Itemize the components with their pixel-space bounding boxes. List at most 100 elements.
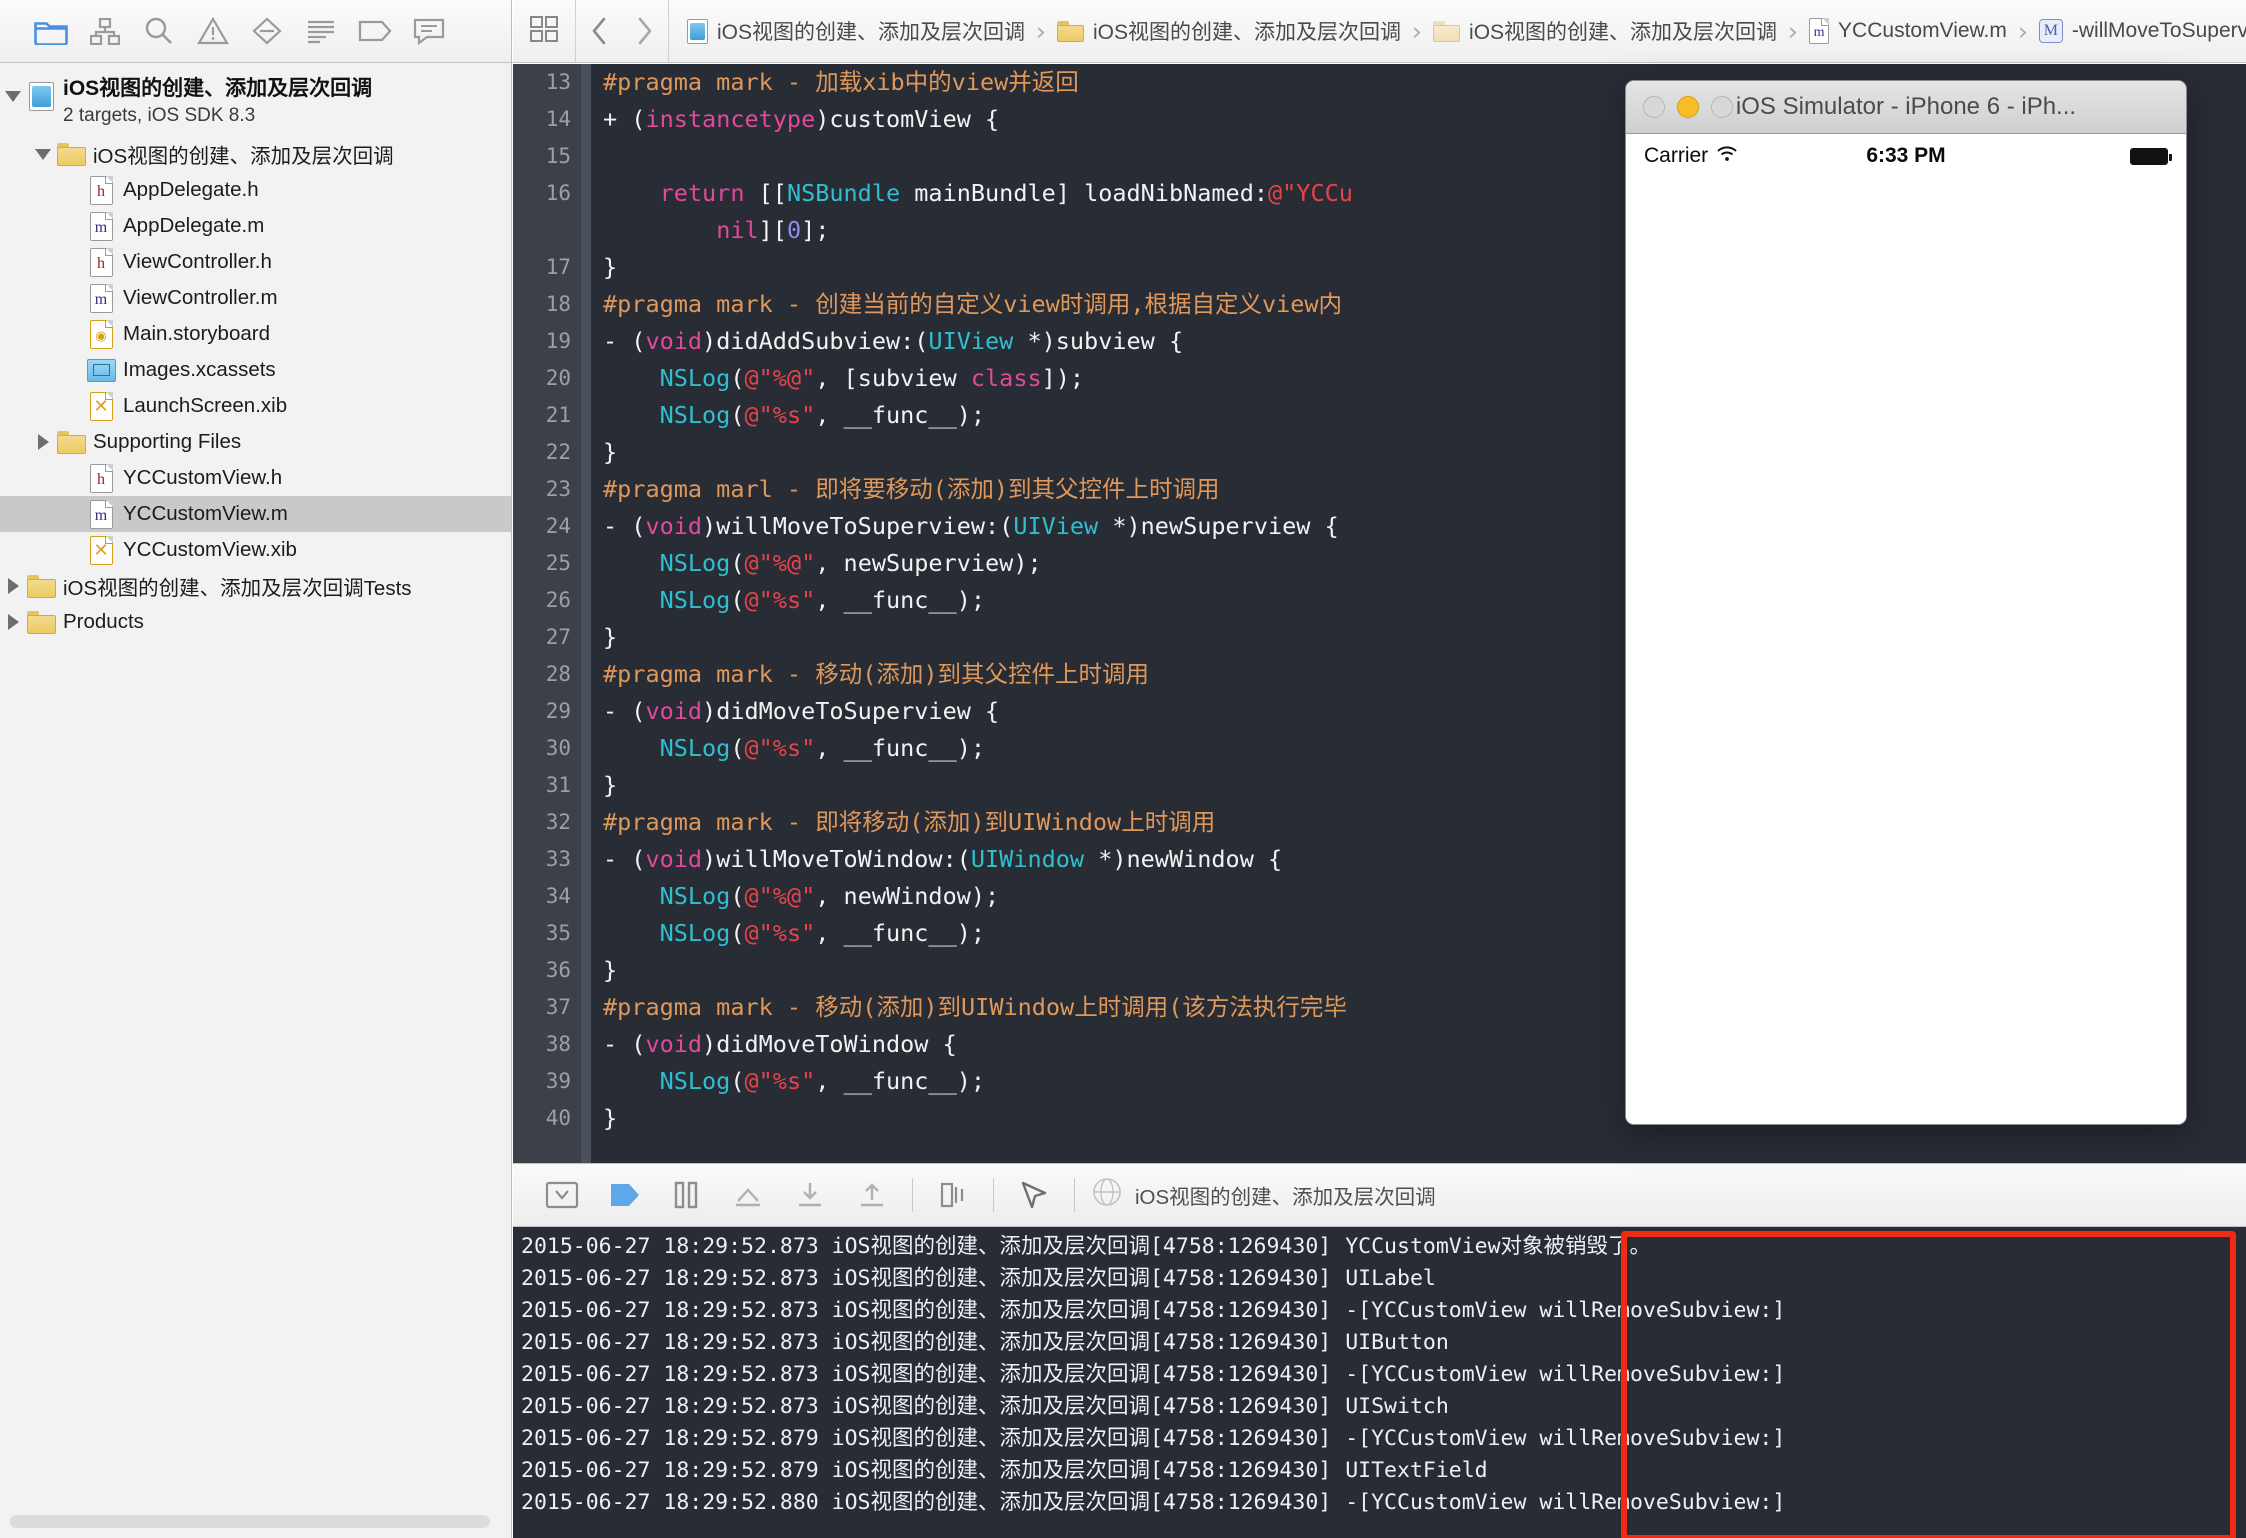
disclosure-triangle-open[interactable] — [0, 76, 26, 103]
project-title: iOS视图的创建、添加及层次回调 — [63, 76, 372, 103]
line-number: 31 — [513, 767, 571, 804]
navigator-item-label: LaunchScreen.xib — [123, 394, 287, 418]
breadcrumb-item-4[interactable]: M-willMoveToSuperview: — [2035, 19, 2246, 43]
line-number: 18 — [513, 286, 571, 323]
xib-file-icon: ✕ — [90, 392, 113, 421]
navigator-item-1[interactable]: hAppDelegate.h — [0, 172, 511, 208]
navigator-tab-debug[interactable] — [294, 8, 348, 54]
navigator-item-6[interactable]: Images.xcassets — [0, 352, 511, 388]
navigator-item-12[interactable]: iOS视图的创建、添加及层次回调Tests — [0, 568, 511, 604]
project-root-row[interactable]: iOS视图的创建、添加及层次回调 2 targets, iOS SDK 8.3 — [0, 74, 511, 136]
line-number: 33 — [513, 841, 571, 878]
line-number: 22 — [513, 434, 571, 471]
breadcrumb-item-2[interactable]: iOS视图的创建、添加及层次回调 — [1429, 16, 1781, 46]
pause-button[interactable] — [655, 1163, 717, 1227]
breadcrumb-label: -willMoveToSuperview: — [2072, 19, 2246, 43]
disclosure-triangle-closed[interactable] — [7, 577, 20, 595]
line-number: 20 — [513, 360, 571, 397]
navigator-panel: iOS视图的创建、添加及层次回调 2 targets, iOS SDK 8.3 … — [0, 0, 512, 1538]
navigator-item-7[interactable]: ✕ LaunchScreen.xib — [0, 388, 511, 424]
forward-button[interactable] — [622, 0, 668, 63]
folder-icon — [27, 575, 56, 598]
breadcrumb-label: iOS视图的创建、添加及层次回调 — [1093, 16, 1401, 46]
line-number: 23 — [513, 471, 571, 508]
simulator-status-bar: Carrier 6:33 PM — [1626, 134, 2186, 178]
navigator-item-2[interactable]: m AppDelegate.m — [0, 208, 511, 244]
storyboard-file-icon: ◉ — [90, 320, 113, 349]
back-button[interactable] — [576, 0, 622, 63]
folder-icon — [34, 18, 68, 45]
jump-bar: iOS视图的创建、添加及层次回调›iOS视图的创建、添加及层次回调›iOS视图的… — [513, 0, 2246, 63]
simulate-location-button[interactable] — [1003, 1163, 1065, 1227]
navigator-item-10[interactable]: mYCCustomView.m — [0, 496, 511, 532]
disclosure-triangle-closed[interactable] — [37, 433, 50, 451]
chevron-left-icon — [591, 17, 607, 45]
project-navigator-tree[interactable]: iOS视图的创建、添加及层次回调 2 targets, iOS SDK 8.3 … — [0, 64, 511, 1538]
line-text: NSLog(@"%s", __func__); — [603, 730, 985, 767]
disclosure-triangle-open[interactable] — [34, 148, 52, 161]
line-number: 13 — [513, 64, 571, 101]
navigator-horizontal-scrollbar[interactable] — [10, 1515, 490, 1528]
line-number: 37 — [513, 989, 571, 1026]
line-text: } — [603, 249, 617, 286]
navigator-item-label: Supporting Files — [93, 430, 241, 454]
console-message: UISwitch — [1345, 1394, 1449, 1419]
line-text: NSLog(@"%@", newSuperview); — [603, 545, 1042, 582]
related-items-button[interactable] — [513, 0, 576, 63]
pause-icon — [672, 1180, 700, 1210]
breadcrumb[interactable]: iOS视图的创建、添加及层次回调›iOS视图的创建、添加及层次回调›iOS视图的… — [669, 16, 2246, 46]
line-number: 19 — [513, 323, 571, 360]
disclosure-triangle-closed[interactable] — [7, 613, 20, 631]
line-text: #pragma mark - 创建当前的自定义view时调用,根据自定义view… — [603, 286, 1342, 323]
debug-process-crumb[interactable]: iOS视图的创建、添加及层次回调 — [1084, 1177, 1436, 1213]
navigator-item-9[interactable]: hYCCustomView.h — [0, 460, 511, 496]
step-over-button[interactable] — [717, 1163, 779, 1227]
issue-warning-icon — [197, 17, 229, 45]
line-number: 25 — [513, 545, 571, 582]
navigator-tab-bar — [0, 0, 511, 63]
simulator-time: 6:33 PM — [1626, 144, 2186, 168]
step-over-icon — [731, 1180, 765, 1210]
step-out-button[interactable] — [841, 1163, 903, 1227]
line-text: } — [603, 767, 617, 804]
navigator-item-0[interactable]: iOS视图的创建、添加及层次回调 — [0, 136, 511, 172]
console-output[interactable]: 2015-06-27 18:29:52.873 iOS视图的创建、添加及层次回调… — [513, 1227, 2246, 1538]
implementation-file-icon: m — [90, 212, 113, 241]
breadcrumb-separator: › — [1405, 17, 1429, 46]
navigator-item-5[interactable]: ◉Main.storyboard — [0, 316, 511, 352]
hide-debug-area-icon — [545, 1180, 579, 1210]
navigator-item-label: YCCustomView.h — [123, 466, 282, 490]
navigator-tab-folder[interactable] — [24, 8, 78, 54]
navigator-item-label: ViewController.h — [123, 250, 272, 274]
breadcrumb-separator: › — [2011, 17, 2035, 46]
ios-simulator-window[interactable]: iOS Simulator - iPhone 6 - iPh... Carrie… — [1625, 80, 2187, 1125]
step-into-button[interactable] — [779, 1163, 841, 1227]
navigator-item-label: AppDelegate.h — [123, 178, 259, 202]
navigator-item-11[interactable]: ✕YCCustomView.xib — [0, 532, 511, 568]
hide-debug-area-button[interactable] — [531, 1163, 593, 1227]
navigator-tab-breakpoints[interactable] — [348, 8, 402, 54]
breadcrumb-item-1[interactable]: iOS视图的创建、添加及层次回调 — [1053, 16, 1405, 46]
view-debugging-button[interactable] — [922, 1163, 984, 1227]
breadcrumb-item-0[interactable]: iOS视图的创建、添加及层次回调 — [683, 16, 1029, 46]
navigator-item-13[interactable]: Products — [0, 604, 511, 640]
navigator-item-8[interactable]: Supporting Files — [0, 424, 511, 460]
test-diamond-icon — [251, 17, 283, 45]
project-subtitle: 2 targets, iOS SDK 8.3 — [63, 104, 372, 128]
continue-button[interactable] — [593, 1163, 655, 1227]
console-line: 2015-06-27 18:29:52.879 iOS视图的创建、添加及层次回调… — [513, 1455, 2246, 1487]
simulator-screen[interactable] — [1626, 178, 2186, 1124]
navigator-tab-issues[interactable] — [186, 8, 240, 54]
navigator-tab-search[interactable] — [132, 8, 186, 54]
navigator-tab-source-control[interactable] — [78, 8, 132, 54]
navigator-item-3[interactable]: hViewController.h — [0, 244, 511, 280]
navigator-item-label: YCCustomView.xib — [123, 538, 297, 562]
navigator-item-label: Products — [63, 610, 144, 634]
navigator-item-label: ViewController.m — [123, 286, 278, 310]
navigator-item-4[interactable]: mViewController.m — [0, 280, 511, 316]
navigator-tab-tests[interactable] — [240, 8, 294, 54]
navigator-tab-reports[interactable] — [402, 8, 456, 54]
implementation-file-icon: m — [90, 500, 113, 529]
breadcrumb-item-3[interactable]: mYCCustomView.m — [1805, 18, 2011, 44]
navigator-item-label: AppDelegate.m — [123, 214, 264, 238]
